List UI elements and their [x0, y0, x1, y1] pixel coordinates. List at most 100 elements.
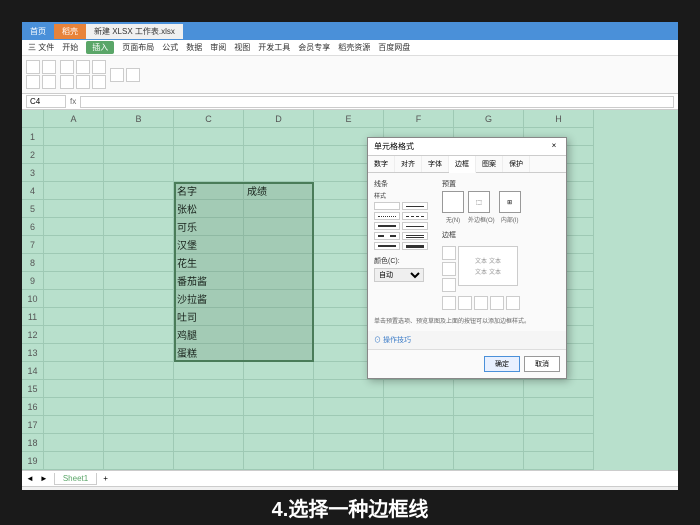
row-header-7[interactable]: 7: [22, 236, 44, 254]
cell-H15[interactable]: [524, 380, 594, 398]
cell-H17[interactable]: [524, 416, 594, 434]
col-header-H[interactable]: H: [524, 110, 594, 128]
cell-A3[interactable]: [44, 164, 104, 182]
tab-active-file[interactable]: 新建 XLSX 工作表.xlsx: [86, 24, 183, 39]
line-style-9[interactable]: [402, 242, 428, 250]
ribbon-btn[interactable]: [110, 68, 124, 82]
cell-B5[interactable]: [104, 200, 174, 218]
cell-A6[interactable]: [44, 218, 104, 236]
border-vmid-btn[interactable]: [474, 296, 488, 310]
row-header-1[interactable]: 1: [22, 128, 44, 146]
menu-file[interactable]: 三 文件: [28, 42, 54, 53]
cell-D3[interactable]: [244, 164, 314, 182]
menu-devtools[interactable]: 开发工具: [258, 42, 290, 53]
cell-B12[interactable]: [104, 326, 174, 344]
cell-B13[interactable]: [104, 344, 174, 362]
cell-C11[interactable]: 吐司: [174, 308, 244, 326]
help-link[interactable]: ⊙ 操作技巧: [368, 331, 566, 349]
cell-D13[interactable]: [244, 344, 314, 362]
cell-E18[interactable]: [314, 434, 384, 452]
cell-C7[interactable]: 汉堡: [174, 236, 244, 254]
ribbon-btn[interactable]: [42, 75, 56, 89]
add-sheet-button[interactable]: +: [103, 474, 108, 483]
row-header-10[interactable]: 10: [22, 290, 44, 308]
cell-D18[interactable]: [244, 434, 314, 452]
cell-C14[interactable]: [174, 362, 244, 380]
cell-A18[interactable]: [44, 434, 104, 452]
line-style-4[interactable]: [374, 222, 400, 230]
cell-G17[interactable]: [454, 416, 524, 434]
cell-E17[interactable]: [314, 416, 384, 434]
cell-H18[interactable]: [524, 434, 594, 452]
row-header-9[interactable]: 9: [22, 272, 44, 290]
cell-D6[interactable]: [244, 218, 314, 236]
cell-B3[interactable]: [104, 164, 174, 182]
formula-input[interactable]: [80, 96, 674, 108]
cell-B11[interactable]: [104, 308, 174, 326]
preset-inside[interactable]: ⊞: [499, 191, 521, 213]
ribbon-btn[interactable]: [76, 75, 90, 89]
menu-layout[interactable]: 页面布局: [122, 42, 154, 53]
row-header-16[interactable]: 16: [22, 398, 44, 416]
ribbon-btn[interactable]: [26, 60, 40, 74]
line-style-3[interactable]: [402, 212, 428, 220]
cell-C18[interactable]: [174, 434, 244, 452]
ribbon-btn[interactable]: [26, 75, 40, 89]
border-bot-btn[interactable]: [442, 278, 456, 292]
cell-D5[interactable]: [244, 200, 314, 218]
row-header-4[interactable]: 4: [22, 182, 44, 200]
ribbon-btn[interactable]: [42, 60, 56, 74]
cell-D1[interactable]: [244, 128, 314, 146]
cell-D8[interactable]: [244, 254, 314, 272]
cell-B16[interactable]: [104, 398, 174, 416]
tab-align[interactable]: 对齐: [395, 156, 422, 172]
line-style-none[interactable]: [374, 202, 400, 210]
row-header-14[interactable]: 14: [22, 362, 44, 380]
cell-E19[interactable]: [314, 452, 384, 470]
cell-H19[interactable]: [524, 452, 594, 470]
col-header-G[interactable]: G: [454, 110, 524, 128]
cell-C10[interactable]: 沙拉酱: [174, 290, 244, 308]
tab-pattern[interactable]: 图案: [476, 156, 503, 172]
line-style-8[interactable]: [374, 242, 400, 250]
cell-A12[interactable]: [44, 326, 104, 344]
cell-B6[interactable]: [104, 218, 174, 236]
name-box[interactable]: C4: [26, 95, 66, 108]
row-header-6[interactable]: 6: [22, 218, 44, 236]
cell-B1[interactable]: [104, 128, 174, 146]
cell-A8[interactable]: [44, 254, 104, 272]
row-header-19[interactable]: 19: [22, 452, 44, 470]
cell-B18[interactable]: [104, 434, 174, 452]
cell-D4[interactable]: 成绩: [244, 182, 314, 200]
cell-F15[interactable]: [384, 380, 454, 398]
tab-docer[interactable]: 稻壳: [54, 24, 86, 39]
cell-C16[interactable]: [174, 398, 244, 416]
cell-C19[interactable]: [174, 452, 244, 470]
color-dropdown[interactable]: 自动: [374, 268, 424, 282]
tab-font[interactable]: 字体: [422, 156, 449, 172]
line-style-1[interactable]: [402, 202, 428, 210]
cell-A13[interactable]: [44, 344, 104, 362]
col-header-D[interactable]: D: [244, 110, 314, 128]
cell-C17[interactable]: [174, 416, 244, 434]
ribbon-btn[interactable]: [76, 60, 90, 74]
cell-D10[interactable]: [244, 290, 314, 308]
cell-B9[interactable]: [104, 272, 174, 290]
cell-B17[interactable]: [104, 416, 174, 434]
cell-G19[interactable]: [454, 452, 524, 470]
cancel-button[interactable]: 取消: [524, 356, 560, 372]
cell-B19[interactable]: [104, 452, 174, 470]
cell-D17[interactable]: [244, 416, 314, 434]
border-diag2-btn[interactable]: [506, 296, 520, 310]
cell-F17[interactable]: [384, 416, 454, 434]
cell-D9[interactable]: [244, 272, 314, 290]
col-header-A[interactable]: A: [44, 110, 104, 128]
cell-A9[interactable]: [44, 272, 104, 290]
menu-insert[interactable]: 插入: [86, 41, 114, 54]
cell-C6[interactable]: 可乐: [174, 218, 244, 236]
cell-G18[interactable]: [454, 434, 524, 452]
cell-G15[interactable]: [454, 380, 524, 398]
border-mid-btn[interactable]: [442, 262, 456, 276]
row-header-8[interactable]: 8: [22, 254, 44, 272]
menu-start[interactable]: 开始: [62, 42, 78, 53]
